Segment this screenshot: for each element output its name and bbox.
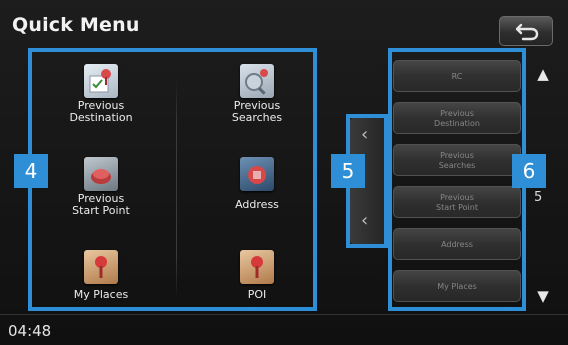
callout-frame-grid xyxy=(28,48,317,311)
quick-menu-screen: Quick Menu Previous Destination Previous… xyxy=(0,0,568,345)
callout-badge-handle: 5 xyxy=(331,154,365,188)
status-divider xyxy=(0,314,568,315)
clock-time: 04:48 xyxy=(8,322,52,340)
scroll-up-button[interactable]: ▲ xyxy=(529,60,557,88)
scroll-down-button[interactable]: ▼ xyxy=(529,282,557,310)
arrow-down-icon: ▼ xyxy=(537,287,549,305)
callout-frame-submenu xyxy=(388,48,526,311)
back-button[interactable] xyxy=(499,16,553,46)
page-title: Quick Menu xyxy=(12,14,140,36)
arrow-up-icon: ▲ xyxy=(537,65,549,83)
callout-badge-grid: 4 xyxy=(14,154,48,188)
return-arrow-icon xyxy=(515,23,539,41)
callout-badge-submenu: 6 xyxy=(512,154,546,188)
page-number: 5 xyxy=(534,190,543,205)
